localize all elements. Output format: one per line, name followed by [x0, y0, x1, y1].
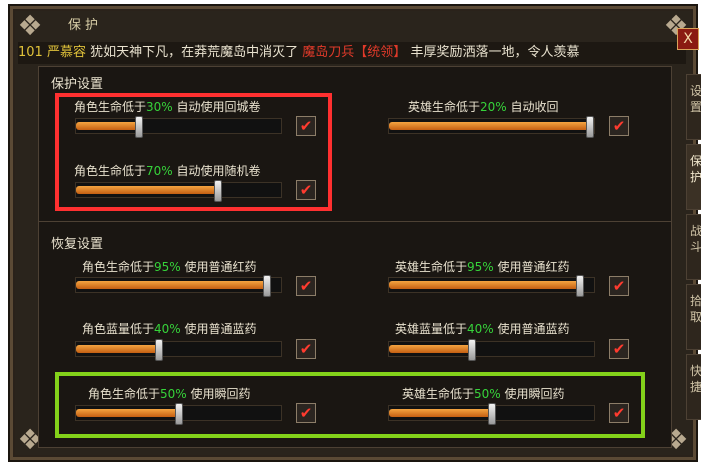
tab-label: 拾取: [689, 294, 701, 324]
tab-pickup[interactable]: 拾取: [686, 284, 701, 350]
tab-settings[interactable]: 设置: [686, 74, 701, 140]
tab-label: 保护: [689, 154, 701, 184]
threshold-slider[interactable]: [388, 339, 595, 361]
announcement-text-after: 丰厚奖励洒落一地，令人羡慕: [410, 45, 580, 60]
highlight-box-green: [55, 372, 645, 438]
slider-fill: [76, 345, 158, 353]
section-title-protect: 保护设置: [51, 77, 104, 92]
tab-label: 战斗: [689, 224, 701, 254]
announcement-index: 101: [18, 45, 43, 60]
slider-handle[interactable]: [576, 275, 584, 297]
tab-label: 快捷: [689, 364, 701, 394]
threshold-slider[interactable]: [75, 339, 282, 361]
dragon-ornament-icon: ❖: [17, 9, 43, 42]
section-title-recover: 恢复设置: [51, 237, 104, 252]
announcement-monster: 魔岛刀兵【统领】: [302, 45, 407, 60]
setting-label: 角色蓝量低于40% 使用普通蓝药: [82, 322, 257, 336]
setting-label: 角色生命低于95% 使用普通红药: [82, 260, 257, 274]
enable-checkbox[interactable]: ✔: [609, 276, 629, 296]
setting-label: 英雄生命低于95% 使用普通红药: [395, 260, 570, 274]
section-divider: [39, 221, 671, 222]
enable-checkbox[interactable]: ✔: [296, 339, 316, 359]
slider-handle[interactable]: [263, 275, 271, 297]
slider-fill: [389, 345, 471, 353]
tab-label: 设置: [689, 84, 701, 114]
close-button[interactable]: X: [677, 28, 699, 50]
threshold-slider[interactable]: [75, 275, 282, 297]
setting-label: 英雄生命低于20% 自动收回: [408, 100, 559, 114]
announcement-player: 严慕容: [46, 45, 86, 60]
window-title: 保护: [68, 18, 103, 33]
tab-hotkeys[interactable]: 快捷: [686, 354, 701, 420]
slider-fill: [76, 281, 266, 289]
tab-protect[interactable]: 保护: [686, 144, 701, 210]
announcement-text: 犹如天神下凡，在莽荒魔岛中消灭了: [90, 45, 299, 60]
highlight-box-red: [55, 93, 332, 211]
setting-label: 英雄蓝量低于40% 使用普通蓝药: [395, 322, 570, 336]
enable-checkbox[interactable]: ✔: [609, 339, 629, 359]
announcement-marquee: 101 严慕容 犹如天神下凡，在莽荒魔岛中消灭了 魔岛刀兵【统领】 丰厚奖励洒落…: [18, 42, 686, 64]
slider-handle[interactable]: [468, 339, 476, 361]
title-bar[interactable]: 保护: [68, 8, 668, 36]
tab-combat[interactable]: 战斗: [686, 214, 701, 280]
slider-handle[interactable]: [155, 339, 163, 361]
threshold-slider[interactable]: [388, 275, 595, 297]
enable-checkbox[interactable]: ✔: [296, 276, 316, 296]
slider-handle[interactable]: [586, 116, 594, 138]
slider-fill: [389, 281, 579, 289]
slider-fill: [389, 122, 589, 130]
threshold-slider[interactable]: [388, 116, 595, 138]
enable-checkbox[interactable]: ✔: [609, 116, 629, 136]
